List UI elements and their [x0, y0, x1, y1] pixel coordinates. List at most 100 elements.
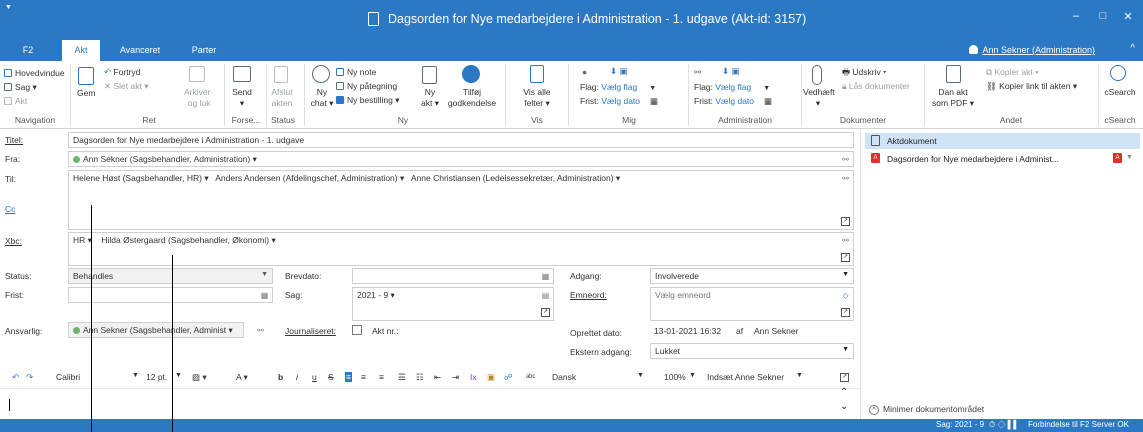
brevdato-input[interactable]: ▦ [352, 268, 554, 284]
ekstern-adgang-select[interactable]: Lukket ▼ [650, 343, 854, 359]
calendar-icon[interactable]: ▦ [541, 272, 550, 281]
user-link[interactable]: Ann Sekner (Administration) [969, 43, 1095, 57]
ny-bestilling-button[interactable]: Ny bestilling ▾ [336, 95, 399, 106]
document-menu-dropdown[interactable]: ▼ [1126, 154, 1133, 161]
recipient-chip[interactable]: Anders Andersen (Afdelingschef, Administ… [215, 173, 404, 183]
spellcheck-icon[interactable]: ᵃᵇᶜ [526, 372, 535, 382]
bold-button[interactable]: b [278, 372, 283, 382]
status-select[interactable]: Behandles ▼ [68, 268, 273, 284]
calendar-icon[interactable]: ▦ [260, 291, 269, 300]
pdf-open-icon[interactable]: A [1113, 153, 1122, 163]
journaliseret-checkbox[interactable] [352, 325, 362, 335]
scroll-down-icon[interactable]: ⌄ [840, 401, 848, 412]
undo-button[interactable]: ↶ [12, 372, 19, 383]
scroll-up-icon[interactable]: ⌃ [840, 387, 848, 398]
laas-dokumenter-button[interactable]: 🔒︎ Lås dokumenter [842, 81, 910, 92]
font-color-icon[interactable]: A ▾ [236, 372, 248, 383]
admin-frist-selector[interactable]: Frist: Vælg dato ▦ [694, 96, 772, 107]
language-select[interactable]: Dansk [552, 372, 576, 382]
recipient-chip[interactable]: Anne Christiansen (Ledelsessekretær, Adm… [411, 173, 620, 183]
fra-field[interactable]: Ann Sekner (Sagsbehandler, Administratio… [68, 151, 854, 167]
align-left-icon[interactable]: ≡ [345, 372, 352, 382]
mig-frist-selector[interactable]: Frist: Vælg dato ▦ [580, 96, 658, 107]
zoom-select[interactable]: 100% [664, 372, 686, 382]
ansvarlig-select[interactable]: Ann Sekner (Sagsbehandler, Administ ▾ [68, 322, 244, 338]
expand-icon[interactable]: ↗ [841, 253, 850, 262]
dan-akt-pdf-button[interactable]: Dan akt som PDF ▾ [930, 87, 976, 109]
tab-akt[interactable]: Akt [62, 40, 100, 61]
hovedvindue-button[interactable]: Hovedvindue [4, 68, 65, 79]
sag-button[interactable]: Sag ▾ [4, 82, 37, 93]
vis-alle-felter-button[interactable]: Vis alle felter ▾ [520, 87, 554, 109]
italic-button[interactable]: i [296, 372, 298, 382]
tab-parter[interactable]: Parter [184, 40, 224, 61]
close-button[interactable]: ✕ [1119, 10, 1137, 23]
admin-flag-selector[interactable]: Flag: Vælg flag ▼ [694, 82, 770, 94]
send-button[interactable]: Send ▾ [232, 87, 252, 109]
vedhaeft-button[interactable]: Vedhæft ▾ [803, 87, 835, 109]
sag-field[interactable]: 2021 - 9 ▾ ▤ ↗ [352, 287, 554, 321]
recipient-chip[interactable]: Helene Høst (Sagsbehandler, HR) ▾ [73, 173, 209, 183]
tab-avanceret[interactable]: Avanceret [110, 40, 170, 61]
expand-icon[interactable]: ↗ [841, 217, 850, 226]
slet-akt-button[interactable]: ✕ Slet akt ▾ [104, 81, 148, 92]
case-browse-icon[interactable]: ▤ [541, 291, 550, 300]
xbc-field[interactable]: HR ▾ Hilda Østergaard (Sagsbehandler, Øk… [68, 232, 854, 266]
user-name[interactable]: Ann Sekner (Administration) [982, 45, 1095, 55]
collapse-ribbon-button[interactable]: ^ [1130, 43, 1135, 54]
size-dropdown-icon[interactable]: ▼ [175, 372, 182, 379]
contacts-icon[interactable]: ⚯ [841, 236, 850, 245]
kopier-akt-button[interactable]: ⧉ Kopier akt ▾ [986, 67, 1039, 78]
tab-f2[interactable]: F2 [14, 40, 42, 61]
font-select[interactable]: Calibri [56, 372, 80, 382]
numbered-list-icon[interactable]: ☷ [416, 372, 424, 383]
csearch-button[interactable]: cSearch [1102, 87, 1138, 98]
minimize-doc-area-button[interactable]: ^ Minimer dokumentområdet [869, 404, 984, 415]
fortryd-button[interactable]: ↶ Fortryd [104, 67, 140, 78]
zoom-dropdown-icon[interactable]: ▼ [689, 372, 696, 379]
quick-access-menu[interactable]: ▼ [5, 4, 12, 11]
align-center-icon[interactable]: ≡ [361, 372, 366, 382]
body-editor[interactable]: ⌃ ⌄ [0, 387, 860, 418]
insert-image-icon[interactable]: ▣ [487, 372, 495, 383]
sag-value[interactable]: 2021 - 9 ▾ [357, 290, 395, 300]
underline-button[interactable]: u [312, 372, 317, 382]
titel-input[interactable]: Dagsorden for Nye medarbejdere i Adminis… [68, 132, 854, 148]
insert-link-icon[interactable]: ☍ [504, 372, 513, 383]
ny-note-button[interactable]: Ny note [336, 67, 376, 78]
ny-chat-button[interactable]: Ny chat ▾ [309, 87, 335, 109]
udskriv-button[interactable]: 🖶 Udskriv ▾ [842, 67, 886, 78]
ny-akt-button[interactable]: Ny akt ▾ [419, 87, 441, 109]
font-size-select[interactable]: 12 pt. [146, 372, 167, 382]
bullet-list-icon[interactable]: ☰ [398, 372, 406, 383]
emneord-field[interactable]: Vælg emneord ◇ ↗ [650, 287, 854, 321]
indent-decrease-icon[interactable]: ⇤ [434, 372, 441, 383]
redo-button[interactable]: ↷ [26, 372, 33, 383]
clear-format-icon[interactable]: Ix [470, 372, 477, 382]
document-item[interactable]: Dagsorden for Nye medarbejdere i Adminis… [887, 154, 1059, 164]
font-dropdown-icon[interactable]: ▼ [132, 372, 139, 379]
recipient-chip[interactable]: Hilda Østergaard (Sagsbehandler, Økonomi… [101, 235, 275, 245]
afslut-button[interactable]: Afslut akten [271, 87, 293, 109]
strike-button[interactable]: S [328, 372, 334, 382]
status-sag[interactable]: Sag: 2021 - 9 [936, 420, 984, 429]
highlight-color-icon[interactable]: ▨ ▾ [192, 372, 207, 383]
til-field[interactable]: Helene Høst (Sagsbehandler, HR) ▾ Anders… [68, 170, 854, 230]
expand-icon[interactable]: ↗ [841, 308, 850, 317]
tilfoej-godkendelse-button[interactable]: Tilføj godkendelse [446, 87, 498, 109]
arkiver-button[interactable]: Arkiver og luk [184, 87, 210, 109]
gem-button[interactable]: Gem [77, 88, 95, 99]
mig-flag-selector[interactable]: Flag: Vælg flag ▼ [580, 82, 656, 94]
kopier-link-button[interactable]: ⛓ Kopier link til akten ▾ [986, 81, 1077, 92]
fra-value[interactable]: Ann Sekner (Sagsbehandler, Administratio… [83, 154, 257, 164]
ny-paategning-button[interactable]: Ny påtegning [336, 81, 397, 92]
maximize-button[interactable]: □ [1094, 10, 1112, 22]
tag-icon[interactable]: ◇ [841, 291, 850, 300]
indent-increase-icon[interactable]: ⇥ [452, 372, 459, 383]
expand-editor-icon[interactable]: ↗ [840, 373, 849, 382]
akt-button[interactable]: Akt [4, 96, 27, 107]
insert-signature-select[interactable]: Indsæt Anne Sekner [707, 372, 784, 382]
insert-dropdown-icon[interactable]: ▼ [796, 372, 803, 379]
recipient-chip[interactable]: HR ▾ [73, 235, 92, 245]
frist-input[interactable]: ▦ [68, 287, 273, 303]
